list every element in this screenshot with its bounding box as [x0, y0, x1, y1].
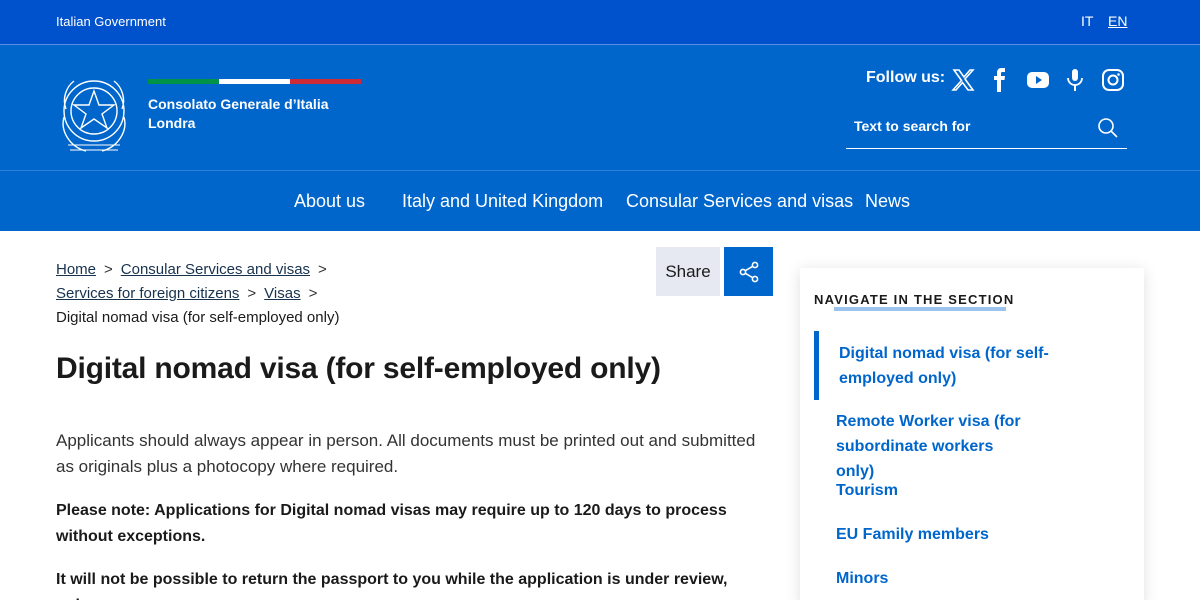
nav-item-consular-services[interactable]: Consular Services and visas	[626, 191, 853, 212]
brand-name[interactable]: Consolato Generale d’Italia	[148, 96, 329, 112]
share-button[interactable]	[724, 247, 773, 296]
share-icon	[739, 261, 758, 282]
flag-green	[148, 79, 219, 84]
processing-time-note: Please note: Applications for Digital no…	[56, 502, 727, 545]
facebook-icon[interactable]	[987, 67, 1013, 93]
breadcrumb-visas[interactable]: Visas	[264, 285, 300, 302]
section-navigation-title: NAVIGATE IN THE SECTION	[814, 292, 1015, 307]
intro-paragraph: Applicants should always appear in perso…	[56, 431, 756, 476]
breadcrumb-foreign-citizens[interactable]: Services for foreign citizens	[56, 285, 239, 302]
section-title-highlight	[834, 307, 1006, 311]
breadcrumb-separator: >	[104, 261, 113, 278]
share-label[interactable]: Share	[656, 247, 720, 296]
nav-item-about-us[interactable]: About us	[294, 191, 365, 212]
language-en-link[interactable]: EN	[1108, 13, 1127, 29]
instagram-icon[interactable]	[1100, 67, 1126, 93]
breadcrumb-separator: >	[247, 285, 257, 302]
search-box	[846, 108, 1127, 149]
sidebar-item-eu-family-members[interactable]: EU Family members	[836, 522, 1056, 547]
republic-emblem-icon[interactable]	[56, 69, 132, 157]
nav-item-news[interactable]: News	[865, 191, 910, 212]
breadcrumb-consular-services[interactable]: Consular Services and visas	[121, 261, 310, 278]
podcast-icon[interactable]	[1062, 67, 1088, 93]
government-link[interactable]: Italian Government	[56, 14, 166, 29]
sidebar-item-minors[interactable]: Minors	[836, 566, 1056, 591]
flag-stripe	[148, 79, 361, 84]
x-icon[interactable]	[950, 67, 976, 93]
page-title: Digital nomad visa (for self-employed on…	[56, 352, 661, 385]
sidebar-item-remote-worker-visa[interactable]: Remote Worker visa (for subordinate work…	[836, 409, 1036, 484]
sidebar-item-tourism[interactable]: Tourism	[836, 478, 1056, 503]
youtube-icon[interactable]	[1025, 67, 1051, 93]
search-input[interactable]	[854, 118, 1084, 134]
brand-city[interactable]: Londra	[148, 115, 195, 131]
follow-us-label: Follow us:	[866, 69, 946, 86]
flag-white	[219, 79, 290, 84]
passport-note: It will not be possible to return the pa…	[56, 571, 728, 600]
breadcrumb-current: Digital nomad visa (for self-employed on…	[56, 309, 340, 326]
main-navigation: About us Italy and United Kingdom Consul…	[0, 170, 1200, 231]
breadcrumb-home[interactable]: Home	[56, 261, 96, 278]
slim-header: Italian Government IT EN	[0, 0, 1200, 45]
flag-red	[290, 79, 361, 84]
breadcrumb-separator: >	[308, 285, 318, 302]
search-icon[interactable]	[1097, 117, 1119, 139]
section-navigation-card: NAVIGATE IN THE SECTION Digital nomad vi…	[800, 268, 1144, 600]
header-center: Consolato Generale d’Italia Londra Follo…	[0, 45, 1200, 170]
breadcrumb: Home > Consular Services and visas > Servic…	[56, 258, 616, 330]
nav-item-italy-uk[interactable]: Italy and United Kingdom	[402, 191, 603, 212]
language-it-link[interactable]: IT	[1081, 13, 1093, 29]
sidebar-item-digital-nomad-visa[interactable]: Digital nomad visa (for self-employed on…	[839, 341, 1054, 391]
breadcrumb-separator: >	[318, 261, 327, 278]
active-item-indicator	[814, 331, 819, 400]
